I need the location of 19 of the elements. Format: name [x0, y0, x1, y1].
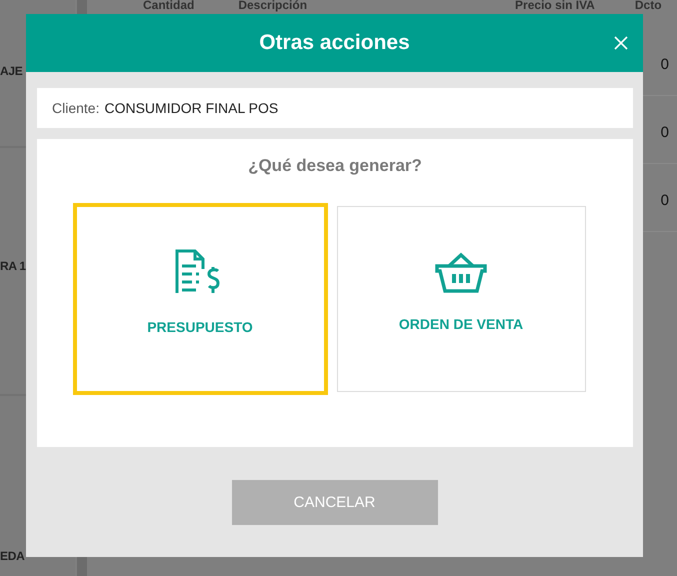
basket-icon: [435, 252, 487, 294]
dialog-title: Otras acciones: [259, 31, 410, 55]
question-text: ¿Qué desea generar?: [248, 156, 422, 176]
column-header: Precio sin IVA: [515, 0, 595, 12]
row-label: RA 1: [0, 259, 26, 273]
column-header: Dcto: [634, 0, 662, 12]
row-label: EDA: [0, 549, 24, 563]
option-card[interactable]: PRESUPUESTO: [72, 203, 328, 395]
table-cell: 0: [660, 192, 669, 209]
close-icon[interactable]: [613, 35, 629, 51]
option-card[interactable]: ORDEN DE VENTA: [336, 206, 586, 392]
table-cell: 0: [660, 56, 669, 73]
client-label: Cliente:: [52, 100, 100, 116]
cancel-button[interactable]: CANCELAR: [232, 480, 438, 525]
table-cell: 0: [660, 124, 669, 141]
row-label: AJE: [0, 64, 22, 78]
column-header: Cantidad: [143, 0, 194, 12]
column-header: Descripción: [238, 0, 308, 12]
client-name: CONSUMIDOR FINAL POS: [104, 100, 278, 116]
